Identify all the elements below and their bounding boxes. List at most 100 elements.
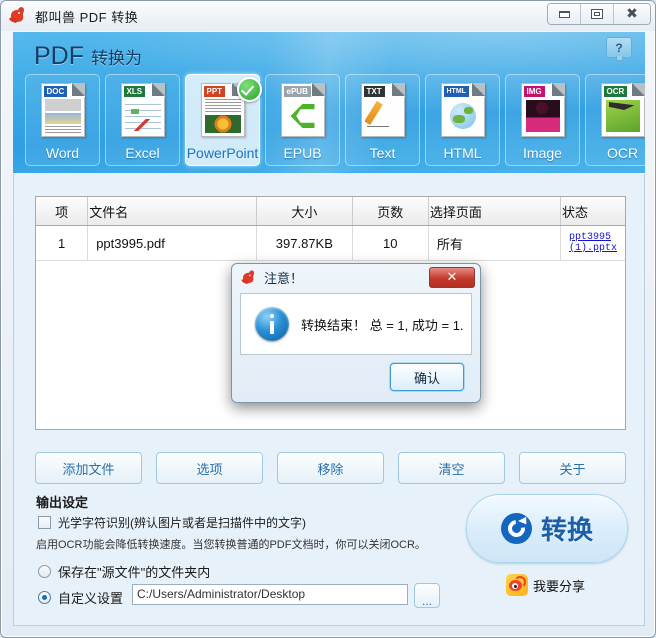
output-file-link-line2[interactable]: (1).pptx	[569, 243, 617, 254]
dialog-close-icon: ✕	[446, 270, 458, 285]
weibo-icon	[506, 574, 528, 596]
refresh-circle-icon	[500, 513, 532, 544]
format-tile-word[interactable]: DOC Word	[25, 74, 100, 166]
header-title-main: PDF	[34, 42, 84, 70]
dialog-footer: 确认	[240, 359, 472, 395]
cell-selected-pages: 所有	[428, 225, 561, 261]
options-button[interactable]: 选项	[156, 452, 263, 484]
format-header: PDF 转换为 ? DOC Word XLS Excel PPT PowerPo…	[13, 32, 645, 173]
ocr-checkbox-row[interactable]: 光学字符识别(辨认图片或者是扫描件中的文字)	[38, 514, 306, 531]
format-tile-label: Excel	[125, 145, 160, 161]
close-button[interactable]: ✖	[614, 4, 650, 24]
dialog-confirm-button[interactable]: 确认	[390, 363, 464, 391]
clear-button[interactable]: 清空	[398, 452, 505, 484]
table-row[interactable]: 1 ppt3995.pdf 397.87KB 10 所有 ppt3995 (1)…	[36, 225, 625, 261]
epub-file-icon: ePUB	[280, 83, 325, 137]
remove-button[interactable]: 移除	[277, 452, 384, 484]
dialog-title-bar: 注意！ ✕	[232, 264, 480, 291]
format-tile-excel[interactable]: XLS Excel	[105, 74, 180, 166]
col-header-selected-pages[interactable]: 选择页面	[428, 197, 561, 226]
minimize-button[interactable]	[548, 4, 581, 24]
info-icon	[255, 307, 289, 341]
ocr-tag-label: OCR	[603, 86, 628, 97]
dialog-message: 转换结束！ 总 = 1, 成功 = 1.	[301, 317, 464, 333]
format-tile-list: DOC Word XLS Excel PPT PowerPoint ePUB E…	[25, 74, 645, 166]
title-bar: 都叫兽 PDF 转换 ✖	[1, 1, 655, 31]
format-tile-label: Text	[369, 145, 396, 161]
output-path-input[interactable]: C:/Users/Administrator/Desktop	[132, 584, 408, 605]
window-controls: ✖	[547, 3, 651, 25]
radio-save-source-label: 保存在"源文件"的文件夹内	[58, 565, 211, 580]
radio-custom-folder[interactable]	[38, 591, 51, 604]
format-tile-label: Word	[45, 145, 80, 161]
format-tile-label: PowerPoint	[186, 145, 259, 161]
convert-button-label: 转换	[540, 515, 593, 545]
format-tile-label: EPUB	[283, 145, 322, 161]
cell-filename: ppt3995.pdf	[87, 225, 257, 261]
output-file-link-line1[interactable]: ppt3995	[569, 232, 617, 243]
format-tile-image[interactable]: IMG Image	[505, 74, 580, 166]
app-window: 都叫兽 PDF 转换 ✖ PDF 转换为 ? DOC Word XLS Exce…	[0, 0, 656, 638]
help-icon: ?	[615, 40, 623, 55]
about-button[interactable]: 关于	[519, 452, 626, 484]
add-file-button[interactable]: 添加文件	[35, 452, 142, 484]
header-title: PDF 转换为	[34, 42, 142, 71]
txt-tag-label: TXT	[363, 86, 385, 97]
save-to-source-folder-row[interactable]: 保存在"源文件"的文件夹内	[38, 562, 210, 581]
help-button[interactable]: ?	[606, 37, 632, 61]
ppt-tag-label: PPT	[203, 86, 226, 97]
table-header-row: 项 文件名 大小 页数 选择页面 状态	[36, 197, 625, 226]
selected-check-icon	[237, 77, 262, 102]
cell-index: 1	[36, 225, 89, 261]
col-header-filename[interactable]: 文件名	[87, 197, 257, 226]
share-link[interactable]: 我要分享	[506, 574, 585, 596]
dialog-logo-icon	[240, 269, 256, 285]
col-header-size[interactable]: 大小	[256, 197, 353, 226]
format-tile-label: Image	[523, 145, 562, 161]
img-tag-label: IMG	[523, 86, 545, 97]
format-tile-label: HTML	[443, 145, 482, 161]
ocr-hint-text: 启用OCR功能会降低转换速度。当您转换普通的PDF文档时，你可以关闭OCR。	[36, 539, 426, 551]
header-title-sub: 转换为	[90, 49, 142, 68]
format-tile-epub[interactable]: ePUB EPUB	[265, 74, 340, 166]
app-logo-icon	[8, 6, 27, 25]
maximize-icon	[591, 9, 603, 19]
format-tile-ocr[interactable]: OCR OCR	[585, 74, 645, 166]
col-header-pages[interactable]: 页数	[352, 197, 429, 226]
convert-button[interactable]: 转换	[466, 494, 628, 563]
dialog-title: 注意！	[264, 271, 304, 286]
format-tile-label: OCR	[606, 145, 639, 161]
cell-status: ppt3995 (1).pptx	[560, 225, 625, 261]
html-file-icon: HTML	[440, 83, 485, 137]
minimize-icon	[558, 10, 570, 18]
word-file-icon: DOC	[40, 83, 85, 137]
ocr-file-icon: OCR	[600, 83, 645, 137]
share-link-label: 我要分享	[533, 578, 586, 594]
browse-folder-button[interactable]: ...	[414, 583, 440, 608]
word-tag-label: DOC	[43, 86, 68, 97]
notice-dialog: 注意！ ✕ 转换结束！ 总 = 1, 成功 = 1. 确认	[231, 263, 481, 403]
col-header-index[interactable]: 项	[36, 197, 89, 226]
radio-save-source[interactable]	[38, 565, 51, 578]
excel-file-icon: XLS	[120, 83, 165, 137]
cell-size: 397.87KB	[256, 225, 353, 261]
output-settings-title: 输出设定	[36, 495, 89, 510]
dialog-close-button[interactable]: ✕	[429, 267, 475, 288]
action-button-row: 添加文件 选项 移除 清空 关于	[35, 452, 626, 484]
maximize-button[interactable]	[581, 4, 614, 24]
radio-custom-folder-label: 自定义设置	[58, 591, 124, 606]
format-tile-text[interactable]: TXT Text	[345, 74, 420, 166]
text-file-icon: TXT	[360, 83, 405, 137]
window-title: 都叫兽 PDF 转换	[35, 9, 139, 25]
dialog-body: 转换结束！ 总 = 1, 成功 = 1.	[240, 293, 472, 355]
close-icon: ✖	[626, 6, 638, 22]
format-tile-powerpoint[interactable]: PPT PowerPoint	[185, 74, 262, 166]
col-header-status[interactable]: 状态	[560, 197, 625, 226]
excel-tag-label: XLS	[123, 86, 146, 97]
cell-pages: 10	[352, 225, 429, 261]
image-file-icon: IMG	[520, 83, 565, 137]
ocr-checkbox[interactable]	[38, 516, 51, 529]
epub-tag-label: ePUB	[283, 86, 311, 97]
custom-folder-row[interactable]: 自定义设置	[38, 588, 123, 607]
format-tile-html[interactable]: HTML HTML	[425, 74, 500, 166]
